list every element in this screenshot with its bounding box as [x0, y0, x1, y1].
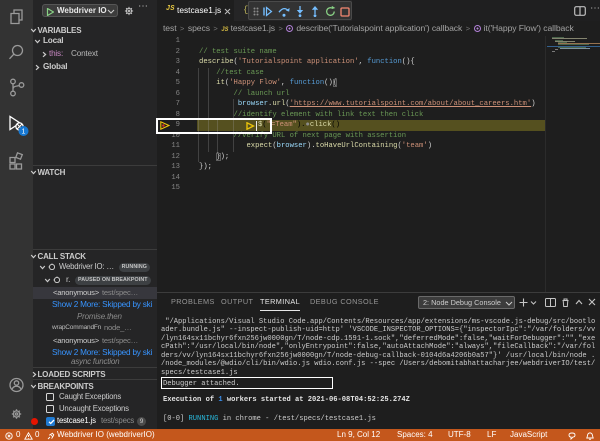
svg-text:1: 1	[22, 129, 26, 136]
